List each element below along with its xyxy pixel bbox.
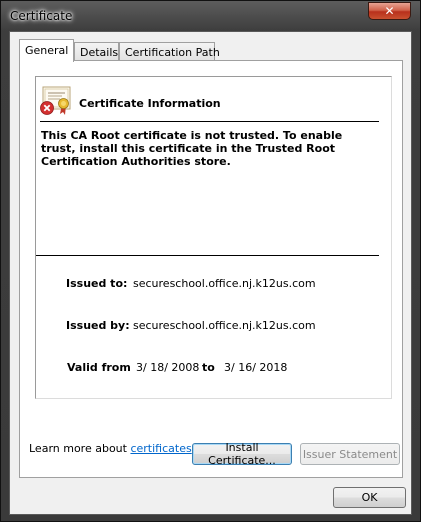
window-title: Certificate	[10, 9, 73, 23]
trust-warning-text: This CA Root certificate is not trusted.…	[41, 129, 343, 168]
heading-divider	[40, 121, 379, 122]
issuer-statement-button[interactable]: Issuer Statement	[300, 443, 400, 465]
ok-button[interactable]: OK	[333, 487, 406, 508]
tab-details-label: Details	[80, 46, 119, 59]
issued-by-value: secureschool.office.nj.k12us.com	[133, 319, 316, 332]
certificate-info-box: Certificate Information This CA Root cer…	[35, 76, 392, 399]
close-icon: ✕	[384, 4, 395, 18]
valid-from-value: 3/ 18/ 2008	[136, 361, 200, 374]
certificate-error-icon	[40, 86, 71, 115]
tab-details[interactable]: Details	[74, 42, 119, 61]
tab-general[interactable]: General	[19, 39, 74, 62]
learn-more-text: Learn more about certificates	[29, 442, 192, 455]
valid-to-label: to	[202, 361, 215, 374]
info-heading: Certificate Information	[79, 97, 221, 110]
issued-by-label: Issued by:	[66, 319, 130, 332]
tab-general-label: General	[25, 44, 69, 57]
issued-to-value: secureschool.office.nj.k12us.com	[133, 277, 316, 290]
dialog-body: General Details Certification Path Certi…	[9, 31, 412, 515]
tab-certification-path[interactable]: Certification Path	[119, 42, 220, 61]
valid-from-label: Valid from	[67, 361, 131, 374]
issued-to-label: Issued to:	[66, 277, 128, 290]
valid-to-value: 3/ 16/ 2018	[224, 361, 288, 374]
general-tab-panel: Certificate Information This CA Root cer…	[19, 60, 403, 478]
install-certificate-button[interactable]: Install Certificate...	[192, 441, 292, 467]
certificate-window: Certificate ✕ General Details Certificat…	[0, 0, 421, 522]
details-divider	[36, 255, 379, 256]
certificates-link[interactable]: certificates	[130, 442, 191, 455]
title-bar[interactable]: Certificate ✕	[1, 1, 420, 31]
close-button[interactable]: ✕	[368, 2, 411, 20]
tab-certification-path-label: Certification Path	[125, 46, 220, 59]
learn-more-prefix: Learn more about	[29, 442, 131, 455]
